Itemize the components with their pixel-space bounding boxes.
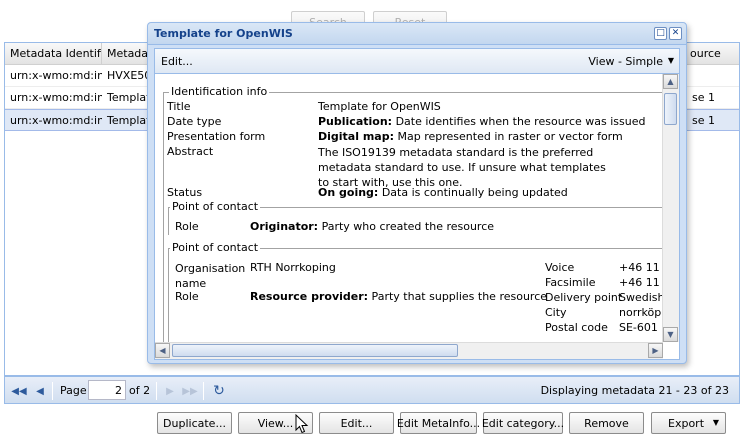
point-of-contact-legend: Point of contact xyxy=(170,200,261,213)
city-label: City xyxy=(545,306,567,319)
remove-button[interactable]: Remove xyxy=(569,412,644,434)
cell-identifier: urn:x-wmo:md:int xyxy=(10,91,102,104)
cell-source: se 1 xyxy=(692,91,715,104)
city-value: norrköpin xyxy=(619,306,663,319)
abstract-value: The ISO19139 metadata standard is the pr… xyxy=(318,146,606,189)
export-label: Export xyxy=(668,416,705,430)
paging-toolbar: ◀◀ ◀ Page of 2 ▶ ▶▶ ↻ Displaying metadat… xyxy=(4,376,740,404)
window-title: Template for OpenWIS xyxy=(154,27,293,40)
voice-label: Voice xyxy=(545,261,575,274)
cell-source: se 1 xyxy=(692,114,715,127)
view-mode-arrow-icon[interactable]: ▼ xyxy=(668,56,674,65)
page-number-input[interactable] xyxy=(88,380,126,400)
scroll-up-icon[interactable]: ▲ xyxy=(663,74,678,89)
column-header-identifier[interactable]: Metadata Identifie xyxy=(5,43,102,65)
delivery-point-label: Delivery point xyxy=(545,291,623,304)
edit-metainfo-button[interactable]: Edit MetaInfo... xyxy=(397,412,480,434)
toolbar-separator xyxy=(203,382,204,400)
horizontal-scrollbar[interactable]: ◀ ▶ xyxy=(155,342,663,359)
delivery-point-value: Swedish M xyxy=(619,291,663,304)
last-page-icon[interactable]: ▶▶ xyxy=(182,383,198,399)
presentation-form-value: Digital map: Map represented in raster o… xyxy=(318,130,623,143)
point-of-contact-legend: Point of contact xyxy=(170,241,261,254)
refresh-icon[interactable]: ↻ xyxy=(211,383,227,399)
facsimile-label: Facsimile xyxy=(545,276,596,289)
cell-source xyxy=(687,65,737,86)
edit-category-button[interactable]: Edit category... xyxy=(482,412,564,434)
scroll-left-icon[interactable]: ◀ xyxy=(155,343,170,358)
voice-value: +46 11 4 xyxy=(619,261,663,274)
organisation-name-value: RTH Norrkoping xyxy=(250,261,336,274)
postal-code-value: SE-601 76 xyxy=(619,321,663,334)
organisation-name-label: Organisation name xyxy=(175,262,246,290)
next-page-icon[interactable]: ▶ xyxy=(162,383,178,399)
first-page-icon[interactable]: ◀◀ xyxy=(11,383,27,399)
scroll-right-icon[interactable]: ▶ xyxy=(648,343,663,358)
paging-status: Displaying metadata 21 - 23 of 23 xyxy=(540,384,729,397)
toolbar-separator xyxy=(156,382,157,400)
metadata-content-panel: Identification info Title Template for O… xyxy=(154,74,680,360)
role-label: Role xyxy=(175,290,199,303)
status-label: Status xyxy=(167,186,203,199)
scroll-down-icon[interactable]: ▼ xyxy=(663,327,678,342)
window-title-bar[interactable]: Template for OpenWIS □ ✕ xyxy=(148,23,686,45)
previous-page-icon[interactable]: ◀ xyxy=(32,383,48,399)
status-value: On going: Data is continually being upda… xyxy=(318,186,568,199)
date-type-value: Publication: Date identifies when the re… xyxy=(318,115,646,128)
identification-legend: Identification info xyxy=(169,85,270,98)
view-mode-menu[interactable]: View - Simple xyxy=(588,55,663,68)
role-label: Role xyxy=(175,220,199,233)
column-header-source[interactable]: ource xyxy=(685,43,741,65)
abstract-label: Abstract xyxy=(167,145,214,158)
role-value: Resource provider: Party that supplies t… xyxy=(250,290,548,303)
toolbar-separator xyxy=(52,382,53,400)
edit-button[interactable]: Edit... xyxy=(319,412,394,434)
vertical-scrollbar[interactable]: ▲ ▼ xyxy=(662,74,679,342)
close-icon[interactable]: ✕ xyxy=(669,27,682,40)
cell-identifier: urn:x-wmo:md:int xyxy=(10,69,102,82)
cell-identifier: urn:x-wmo:md:int xyxy=(10,114,102,127)
duplicate-button[interactable]: Duplicate... xyxy=(157,412,232,434)
dropdown-arrow-icon: ▼ xyxy=(712,418,719,427)
horizontal-scroll-thumb[interactable] xyxy=(172,344,458,357)
presentation-form-label: Presentation form xyxy=(167,130,266,143)
postal-code-label: Postal code xyxy=(545,321,608,334)
vertical-scroll-thumb[interactable] xyxy=(664,93,677,125)
role-value: Originator: Party who created the resour… xyxy=(250,220,495,233)
date-type-label: Date type xyxy=(167,115,222,128)
window-toolbar: Edit... View - Simple ▼ xyxy=(154,48,680,74)
mouse-cursor-icon xyxy=(295,414,309,434)
maximize-icon[interactable]: □ xyxy=(654,27,667,40)
page-count-label: of 2 xyxy=(129,384,151,397)
metadata-view-window: Template for OpenWIS □ ✕ Edit... View - … xyxy=(147,22,687,364)
facsimile-value: +46 11 4 xyxy=(619,276,663,289)
window-edit-button[interactable]: Edit... xyxy=(161,55,193,68)
title-label: Title xyxy=(167,100,191,113)
page-label: Page xyxy=(60,384,87,397)
title-value: Template for OpenWIS xyxy=(318,100,441,113)
export-button[interactable]: Export ▼ xyxy=(651,412,726,434)
metadata-content: Identification info Title Template for O… xyxy=(158,74,663,342)
